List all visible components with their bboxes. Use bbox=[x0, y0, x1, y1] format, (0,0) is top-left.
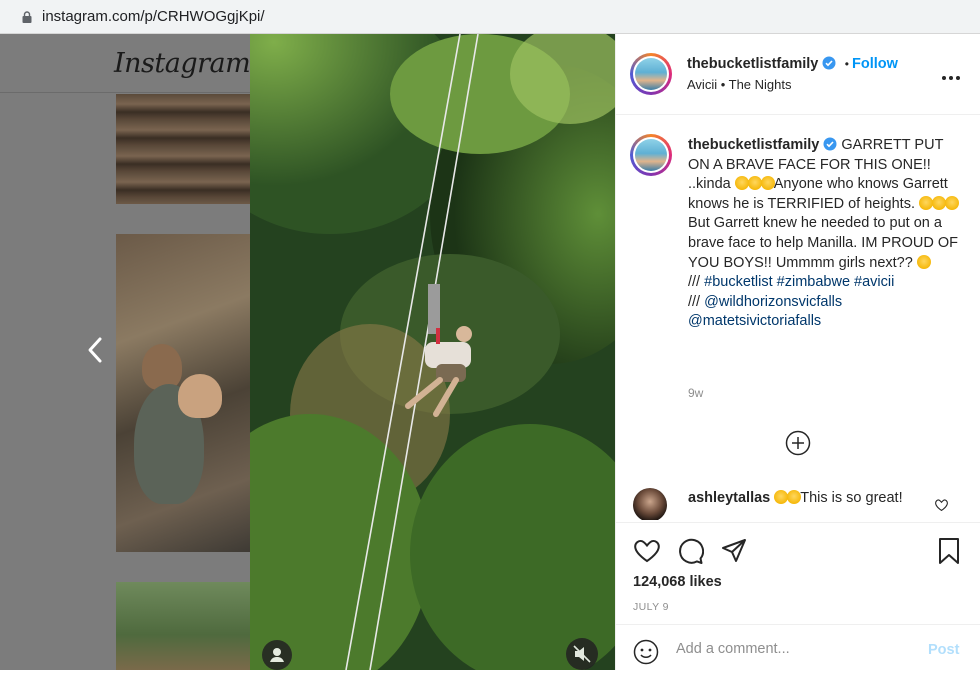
heart-icon[interactable] bbox=[935, 498, 948, 512]
lock-icon bbox=[22, 10, 32, 23]
post-header: thebucketlistfamily • Follow Avicii • The… bbox=[616, 34, 980, 115]
grimace-emoji bbox=[734, 176, 749, 191]
flushed-emoji bbox=[945, 195, 960, 210]
flushed-emoji bbox=[916, 254, 931, 269]
post-date: JULY 9 bbox=[633, 601, 669, 613]
mute-icon[interactable] bbox=[566, 638, 598, 670]
browser-url-bar[interactable]: instagram.com/p/CRHWOGgjKpi/ bbox=[0, 0, 980, 34]
disappointed-emoji bbox=[760, 176, 775, 191]
post-media[interactable] bbox=[250, 34, 615, 670]
fearful-emoji bbox=[747, 176, 762, 191]
url-text[interactable]: instagram.com/p/CRHWOGgjKpi/ bbox=[42, 8, 265, 25]
add-circle-icon[interactable] bbox=[785, 430, 811, 456]
verified-icon bbox=[822, 56, 836, 70]
hashtag-links[interactable]: #bucketlist #zimbabwe #avicii bbox=[704, 274, 894, 290]
share-icon[interactable] bbox=[720, 537, 748, 565]
post-username[interactable]: thebucketlistfamily bbox=[687, 56, 818, 72]
more-icon[interactable] bbox=[941, 68, 961, 80]
comment-input[interactable] bbox=[676, 641, 916, 657]
caption-prefix: /// bbox=[688, 274, 705, 291]
comment-text: This is so great! bbox=[800, 490, 903, 506]
post-comment-button[interactable]: Post bbox=[928, 642, 959, 658]
separator-dot: • bbox=[844, 57, 849, 71]
verified-icon bbox=[823, 137, 837, 151]
user-tag-icon[interactable] bbox=[262, 640, 292, 670]
add-comment-bar: Post bbox=[616, 624, 980, 671]
post-time-ago[interactable]: 9w bbox=[688, 386, 703, 400]
action-bar: 124,068 likes JULY 9 bbox=[616, 522, 980, 613]
chevron-left-icon[interactable] bbox=[84, 336, 108, 364]
flushed-emoji bbox=[919, 195, 934, 210]
post-panel: thebucketlistfamily • Follow Avicii • The… bbox=[615, 34, 980, 670]
avatar[interactable] bbox=[630, 53, 672, 95]
heart-icon[interactable] bbox=[633, 537, 661, 565]
background-thumbnail bbox=[116, 582, 250, 670]
hearts-emoji bbox=[774, 490, 789, 504]
background-thumbnail bbox=[116, 234, 250, 552]
emoji-icon[interactable] bbox=[633, 639, 659, 665]
background-thumbnail bbox=[116, 94, 250, 204]
instagram-logo: Instagram bbox=[114, 48, 251, 79]
caption-prefix: /// bbox=[688, 293, 705, 310]
mention-link[interactable]: @matetsivictoriafalls bbox=[688, 313, 821, 329]
mention-link[interactable]: @wildhorizonsvicfalls bbox=[704, 294, 842, 310]
post-caption: thebucketlistfamily GARRETT PUT ON A BRA… bbox=[688, 136, 960, 332]
likes-count[interactable]: 124,068 likes bbox=[633, 574, 722, 590]
avatar[interactable] bbox=[633, 488, 667, 520]
audio-label[interactable]: Avicii • The Nights bbox=[687, 77, 792, 92]
bookmark-icon[interactable] bbox=[935, 537, 963, 565]
comment-username[interactable]: ashleytallas bbox=[688, 490, 770, 506]
flushed-emoji bbox=[932, 195, 947, 210]
follow-button[interactable]: Follow bbox=[852, 56, 898, 72]
caption-avatar[interactable] bbox=[630, 134, 672, 176]
comment-icon[interactable] bbox=[676, 537, 705, 565]
comment-item: ashleytallas This is so great! bbox=[616, 484, 980, 520]
caption-username[interactable]: thebucketlistfamily bbox=[688, 137, 819, 153]
